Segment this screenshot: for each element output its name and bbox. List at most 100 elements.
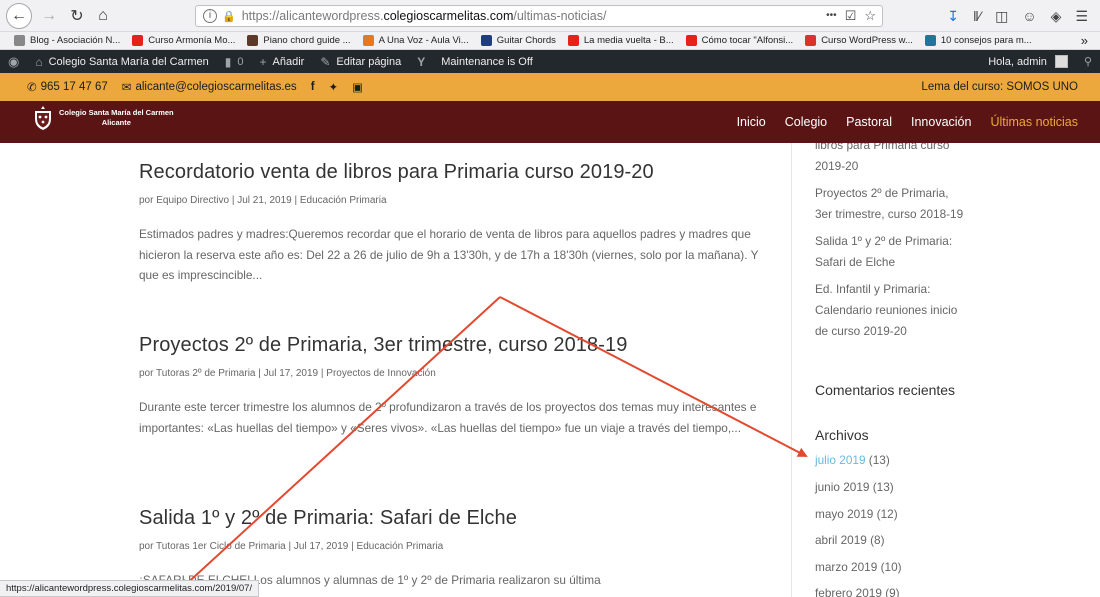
bookmark-item[interactable]: Curso Armonía Mo... [132,35,235,46]
admin-yoast[interactable]: Y [417,55,425,69]
home-icon: ⌂ [35,54,43,69]
hamburger-menu-icon[interactable]: ☰ [1075,8,1088,25]
archive-month[interactable]: julio 2019 [815,453,866,467]
pencil-icon: ✎ [320,54,331,69]
bookmark-star-icon[interactable]: ☆ [864,8,876,24]
wp-admin-bar: ◉ ⌂ Colegio Santa María del Carmen ▮ 0 +… [0,50,1100,73]
archive-month[interactable]: abril 2019 [815,533,867,547]
archive-item[interactable]: junio 2019 (13) [815,480,894,494]
browser-toolbar: ← → ↻ ⌂ i 🔒 https:// alicantewordpress. … [0,0,1100,32]
archive-item[interactable]: marzo 2019 (10) [815,560,902,574]
recent-post-link[interactable]: Ed. Infantil y Primaria: Calendario reun… [815,279,965,342]
menu-item-inicio[interactable]: Inicio [737,115,766,129]
bookmarks-toolbar: Blog - Asociación N... Curso Armonía Mo..… [0,32,1100,50]
facebook-icon[interactable]: f [311,81,315,93]
home-icon: ⌂ [98,6,108,24]
back-button[interactable]: ← [6,2,32,29]
page-content: Recordatorio venta de libros para Primar… [0,143,1100,597]
bookmark-item[interactable]: 10 consejos para m... [924,35,1032,46]
info-icon[interactable]: i [203,9,217,23]
post-excerpt: Estimados padres y madres:Queremos recor… [139,227,759,282]
archive-month[interactable]: junio 2019 [815,480,869,494]
sidebar-icon[interactable]: ◫ [995,8,1008,25]
library-icon[interactable]: ‖⁄ [973,8,981,24]
archive-count: (13) [872,480,894,494]
reload-button[interactable]: ↻ [66,5,88,27]
archives-heading: Archivos [815,427,869,443]
sidebar-recent-posts: libros para Primaria curso 2019-20 Proye… [815,143,965,342]
page-actions-button[interactable]: ••• [826,8,837,24]
bookmark-favicon-icon [480,35,492,46]
bookmark-favicon-icon [14,35,25,46]
recent-post-link[interactable]: libros para Primaria curso 2019-20 [815,143,965,177]
arrow-left-icon: ← [11,6,27,24]
archive-month[interactable]: febrero 2019 [815,586,882,597]
admin-greeting[interactable]: Hola, admin [988,56,1047,68]
bookmark-item[interactable]: La media vuelta - B... [567,35,674,46]
avatar[interactable] [1054,55,1068,68]
post-article: Salida 1º y 2º de Primaria: Safari de El… [139,507,769,591]
menu-item-innovacion[interactable]: Innovación [911,115,971,129]
archive-item[interactable]: julio 2019 (13) [815,453,890,467]
bookmark-item[interactable]: Cómo tocar "Alfonsi... [685,35,794,46]
home-button[interactable]: ⌂ [92,5,114,27]
header-email-label: alicante@colegioscarmelitas.es [135,81,297,93]
post-meta: por Tutoras 1er Ciclo de Primaria | Jul … [139,541,444,552]
bookmark-item[interactable]: Curso WordPress w... [805,35,913,46]
admin-site-name[interactable]: ⌂ Colegio Santa María del Carmen [35,55,208,69]
post-title[interactable]: Salida 1º y 2º de Primaria: Safari de El… [139,507,769,530]
post-title[interactable]: Recordatorio venta de libros para Primar… [139,161,769,184]
logo-line-2: Alicante [101,118,131,127]
archive-item[interactable]: mayo 2019 (12) [815,507,898,521]
twitter-icon[interactable]: ✦ [329,80,339,94]
admin-maintenance-label: Maintenance is Off [441,55,533,68]
forward-button[interactable]: → [38,5,60,27]
mail-icon: ✉ [121,82,132,94]
bookmark-favicon-icon [567,35,579,46]
bookmark-item[interactable]: Guitar Chords [480,35,556,46]
admin-maintenance[interactable]: Maintenance is Off [441,56,533,68]
bookmark-item[interactable]: Blog - Asociación N... [14,35,120,46]
menu-item-colegio[interactable]: Colegio [785,115,827,129]
main-navigation: Colegio Santa María del Carmen Alicante … [0,101,1100,143]
admin-site-name-label: Colegio Santa María del Carmen [48,55,209,68]
lock-icon[interactable]: 🔒 [222,10,236,23]
bookmarks-overflow-icon[interactable]: » [1081,33,1088,48]
archive-item[interactable]: abril 2019 (8) [815,533,885,547]
post-title[interactable]: Proyectos 2º de Primaria, 3er trimestre,… [139,334,769,357]
menu-item-ultimas-noticias[interactable]: Últimas noticias [990,115,1078,129]
admin-edit-page-label: Editar página [336,55,402,68]
menu-item-pastoral[interactable]: Pastoral [846,115,892,129]
archive-count: (9) [885,586,900,597]
download-icon[interactable]: ↧ [947,8,959,25]
admin-add-new[interactable]: + Añadir [260,55,305,69]
extension-icon[interactable]: ◈ [1051,8,1062,25]
phone-icon: ✆ [27,82,37,94]
bookmark-label: Cómo tocar "Alfonsi... [701,35,794,46]
bookmark-favicon-icon [685,35,697,46]
header-phone[interactable]: ✆ 965 17 47 67 [27,80,108,94]
post-excerpt: Durante este tercer trimestre los alumno… [139,400,757,435]
bookmark-item[interactable]: Piano chord guide ... [247,35,351,46]
status-url: https://alicantewordpress.colegioscarmel… [6,583,253,594]
site-logo[interactable]: Colegio Santa María del Carmen Alicante [33,105,174,131]
archive-item[interactable]: febrero 2019 (9) [815,586,900,597]
pocket-icon[interactable]: ☑ [845,8,857,24]
bookmark-item[interactable]: A Una Voz - Aula Vi... [362,35,469,46]
recent-post-link[interactable]: Proyectos 2º de Primaria, 3er trimestre,… [815,183,965,225]
admin-edit-page[interactable]: ✎ Editar página [320,55,401,69]
archive-month[interactable]: marzo 2019 [815,560,877,574]
course-motto: Lema del curso: SOMOS UNO [921,73,1078,101]
bookmark-favicon-icon [362,35,374,46]
admin-comments[interactable]: ▮ 0 [225,55,244,69]
recent-post-link[interactable]: Salida 1º y 2º de Primaria: Safari de El… [815,231,965,273]
archive-month[interactable]: mayo 2019 [815,507,873,521]
instagram-icon[interactable]: ▣ [352,80,363,94]
account-icon[interactable]: ☺ [1022,8,1036,24]
header-email[interactable]: ✉ alicante@colegioscarmelitas.es [122,80,297,94]
search-icon[interactable]: ⚲ [1084,55,1092,68]
wp-logo-icon[interactable]: ◉ [8,54,19,70]
archive-count: (10) [880,560,902,574]
archive-count: (13) [868,453,890,467]
url-bar[interactable]: i 🔒 https:// alicantewordpress. colegios… [195,5,883,27]
